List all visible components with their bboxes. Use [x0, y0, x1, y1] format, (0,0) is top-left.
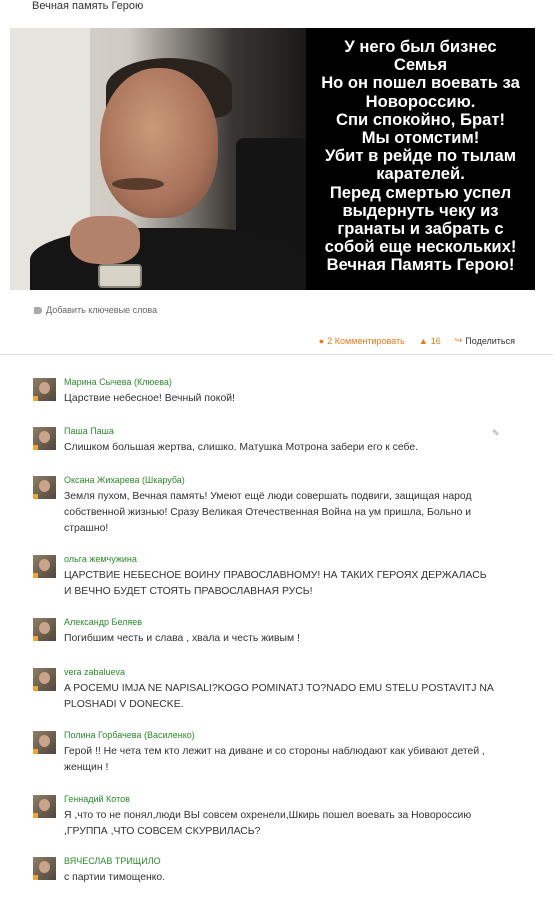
add-keywords-label: Добавить ключевые слова	[46, 305, 158, 315]
caption-line: Но он пошел воевать за	[321, 73, 520, 93]
share-icon: ↪	[454, 335, 463, 345]
comment-line: женщин !	[64, 762, 109, 773]
likes-count: 16	[430, 335, 441, 346]
avatar[interactable]	[33, 731, 56, 754]
caption-line: Мы отомстим!	[361, 128, 480, 148]
comment-author[interactable]: Александр Беляев	[64, 617, 142, 627]
caption-line: гранаты и забрать с	[337, 219, 504, 239]
comment-label: 2 Комментировать	[327, 335, 405, 346]
avatar[interactable]	[33, 668, 56, 691]
comment-text: с партии тимощенко.	[64, 872, 166, 883]
post-title: Вечная память Герою	[32, 0, 144, 12]
comment-text: Земля пухом, Вечная память! Умеют ещё лю…	[64, 489, 524, 537]
avatar[interactable]	[33, 378, 56, 401]
avatar[interactable]	[33, 795, 56, 818]
comment-text: Погибшим честь и слава , хвала и честь ж…	[64, 633, 300, 644]
share-button[interactable]: ↪ Поделиться	[455, 335, 515, 346]
comment-text: Царствие небесное! Вечный покой!	[64, 393, 235, 404]
avatar[interactable]	[33, 857, 56, 880]
avatar[interactable]	[33, 555, 56, 578]
comment-author[interactable]: Паша Паша	[64, 426, 114, 436]
avatar[interactable]	[33, 618, 56, 641]
caption-line: Перед смертью успел	[329, 182, 512, 202]
comment-icon: ●	[318, 335, 325, 346]
comment-line: И ВЕЧНО БУДЕТ СТОЯТЬ ПРАВОСЛАВНАЯ РУСЬ!	[64, 586, 313, 597]
comment-line: A POCEMU IMJA NE NAPISALI?KOGO POMINATJ …	[64, 683, 494, 694]
pencil-icon[interactable]: ✎	[492, 428, 500, 439]
comment-author[interactable]: ольга жемчужина	[64, 554, 137, 564]
comment-author[interactable]: Марина Сычева (Клюева)	[64, 377, 172, 387]
post-image[interactable]: У него был бизнес Семья Но он пошел воев…	[10, 28, 535, 290]
comment-author[interactable]: ВЯЧЕСЛАВ ТРИЩИЛО	[64, 856, 161, 866]
comment-line: ЦАРСТВИЕ НЕБЕСНОЕ ВОИНУ ПРАВОСЛАВНОМУ! Н…	[64, 570, 487, 581]
comment-line: ,ГРУППА ,ЧТО СОВСЕМ СКУРВИЛАСЬ?	[64, 826, 261, 837]
divider	[0, 354, 553, 355]
comment-line: Герой !! Не чета тем кто лежит на диване…	[64, 746, 485, 757]
comment-line: собственной жизнью! Сразу Великая Отечес…	[64, 507, 472, 518]
comment-button[interactable]: ● 2 Комментировать	[319, 336, 405, 346]
comment-line: Земля пухом, Вечная память! Умеют ещё лю…	[64, 491, 472, 502]
caption-line: Семья	[393, 55, 448, 75]
caption-line: Вечная Память Герою!	[326, 255, 515, 275]
comment-author[interactable]: vera zabalueva	[64, 667, 125, 677]
caption-line: Спи спокойно, Брат!	[336, 109, 505, 129]
caption-line: собой еще нескольких!	[324, 237, 517, 257]
caption-line: Убит в рейде по тылам	[325, 146, 516, 166]
add-keywords-link[interactable]: Добавить ключевые слова	[34, 305, 157, 315]
comment-text: Я ,что то не понял,люди ВЫ совсем охрене…	[64, 808, 524, 840]
share-label: Поделиться	[465, 335, 515, 346]
avatar[interactable]	[33, 476, 56, 499]
caption-line: выдернуть чеку из	[342, 200, 499, 220]
comment-line: PLOSHADI V DONECKE.	[64, 699, 184, 710]
like-button[interactable]: ▲ 16	[419, 336, 441, 346]
comment-author[interactable]: Геннадий Котов	[64, 794, 130, 804]
caption-line: карателей.	[376, 164, 465, 184]
caption-line: У него был бизнес	[344, 37, 497, 56]
comment-author[interactable]: Оксана Жихарева (Шкаруба)	[64, 475, 185, 485]
tag-icon	[34, 307, 42, 315]
comment-text: A POCEMU IMJA NE NAPISALI?KOGO POMINATJ …	[64, 681, 524, 713]
comment-text: Слишком большая жертва, слишко. Матушка …	[64, 442, 419, 453]
caption-line: Новороссию.	[365, 91, 476, 111]
comment-text: Герой !! Не чета тем кто лежит на диване…	[64, 744, 524, 776]
comment-text: ЦАРСТВИЕ НЕБЕСНОЕ ВОИНУ ПРАВОСЛАВНОМУ! Н…	[64, 568, 524, 600]
thumbs-up-icon: ▲	[418, 335, 428, 346]
image-caption: У него был бизнес Семья Но он пошел воев…	[306, 37, 535, 275]
avatar[interactable]	[33, 427, 56, 450]
comment-author[interactable]: Полина Горбачева (Василенко)	[64, 730, 195, 740]
post-actions: ● 2 Комментировать ▲ 16 ↪ Поделиться	[305, 335, 515, 346]
comment-line: страшно!	[64, 523, 109, 534]
portrait-photo	[10, 28, 306, 290]
comment-line: Я ,что то не понял,люди ВЫ совсем охрене…	[64, 810, 472, 821]
